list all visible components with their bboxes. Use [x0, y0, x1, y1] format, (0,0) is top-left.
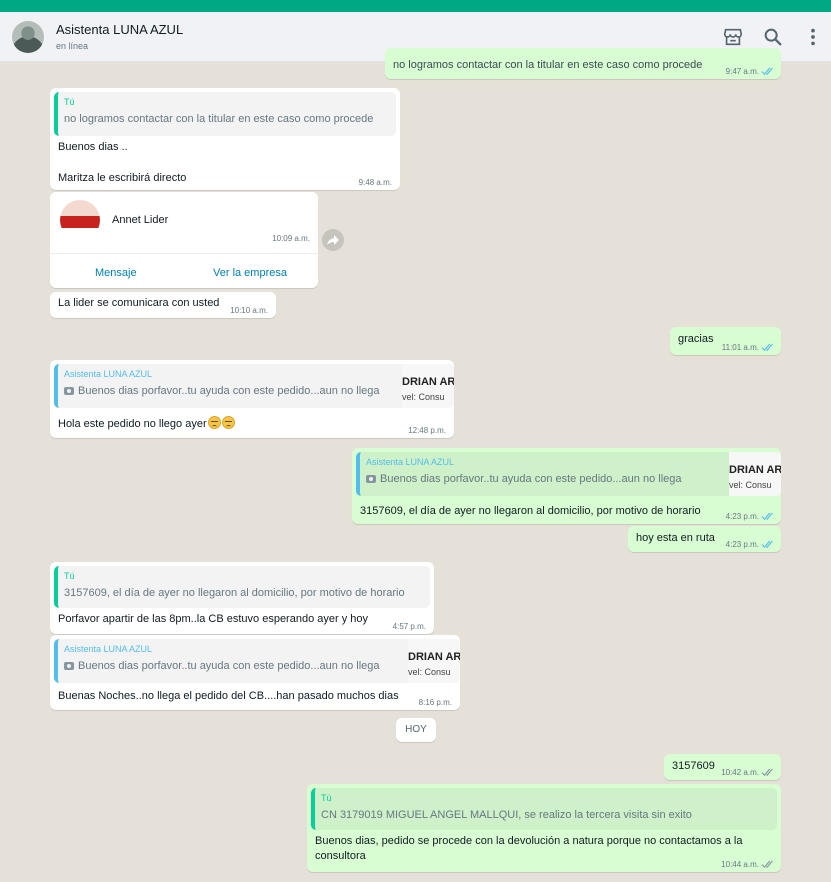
- quoted-message[interactable]: Asistenta LUNA AZUL Buenos dias porfavor…: [54, 364, 454, 408]
- quote-author: Asistenta LUNA AZUL: [64, 644, 153, 654]
- message-time: 8:16 p.m.: [418, 698, 452, 707]
- quote-thumbnail: DRIAN AR vel: Consu: [402, 364, 454, 408]
- message-contact-button[interactable]: Mensaje: [95, 267, 137, 279]
- message-text: gracias: [678, 333, 714, 345]
- message-bubble-incoming[interactable]: Asistenta LUNA AZUL Buenos dias porfavor…: [50, 635, 460, 710]
- contact-avatar[interactable]: [12, 21, 44, 53]
- message-text: 3157609: [672, 760, 715, 772]
- quote-text: Buenos dias porfavor..tu ayuda con este …: [78, 660, 380, 672]
- thumbnail-text: vel: Consu: [402, 392, 445, 402]
- message-time: 12:48 p.m.: [408, 426, 446, 435]
- quoted-message[interactable]: Asistenta LUNA AZUL Buenos dias porfavor…: [54, 639, 460, 683]
- quote-text-row: Buenos dias porfavor..tu ayuda con este …: [64, 385, 396, 397]
- photo-icon: [64, 387, 74, 395]
- forward-button[interactable]: [322, 229, 344, 251]
- message-time: 9:48 a.m.: [358, 178, 392, 187]
- message-text: no logramos contactar con la titular en …: [393, 59, 703, 71]
- message-time: 11:01 a.m.: [721, 343, 759, 352]
- quote-author: Tú: [64, 97, 75, 107]
- double-check-icon: [761, 512, 773, 520]
- message-time: 10:42 a.m.: [721, 768, 759, 777]
- quote-thumbnail: DRIAN AR vel: Consu: [729, 452, 781, 496]
- forward-icon: [327, 235, 339, 245]
- quote-text: Buenos dias porfavor..tu ayuda con este …: [78, 385, 380, 397]
- quote-author: Tú: [64, 571, 75, 581]
- message-text: Hola este pedido no llego ayer: [58, 418, 207, 430]
- message-time: 10:44 a.m.: [721, 860, 759, 869]
- message-bubble-outgoing[interactable]: Tú CN 3179019 MIGUEL ANGEL MALLQUI, se r…: [307, 784, 781, 872]
- message-time: 4:23 p.m.: [725, 512, 759, 521]
- message-time: 10:09 a.m.: [272, 234, 310, 243]
- quoted-message[interactable]: Tú no logramos contactar con la titular …: [54, 92, 396, 136]
- message-text: 3157609, el día de ayer no llegaron al d…: [360, 505, 701, 517]
- chat-area: no logramos contactar con la titular en …: [0, 48, 831, 882]
- message-bubble-outgoing[interactable]: no logramos contactar con la titular en …: [385, 48, 781, 79]
- contact-card-header[interactable]: Annet Lider 10:09 a.m.: [50, 192, 318, 254]
- quote-author: Asistenta LUNA AZUL: [366, 457, 455, 467]
- quoted-message[interactable]: Tú CN 3179019 MIGUEL ANGEL MALLQUI, se r…: [311, 788, 777, 830]
- photo-icon: [64, 662, 74, 670]
- photo-icon: [366, 475, 376, 483]
- message-text: consultora: [315, 850, 366, 862]
- message-bubble-outgoing[interactable]: 3157609 10:42 a.m.: [664, 754, 781, 780]
- message-time: 10:10 a.m.: [230, 306, 268, 315]
- sad-face-emoji-icon: [221, 416, 235, 429]
- quote-text: CN 3179019 MIGUEL ANGEL MALLQUI, se real…: [321, 809, 692, 821]
- quote-text: 3157609, el día de ayer no llegaron al d…: [64, 587, 405, 599]
- thumbnail-text: vel: Consu: [408, 667, 451, 677]
- double-check-icon: [761, 67, 773, 75]
- message-bubble-outgoing[interactable]: gracias 11:01 a.m.: [670, 327, 781, 355]
- message-text: Porfavor apartir de las 8pm..la CB estuv…: [58, 613, 368, 625]
- contact-card-name: Annet Lider: [112, 214, 169, 226]
- store-icon[interactable]: [722, 26, 744, 48]
- message-bubble-outgoing[interactable]: Asistenta LUNA AZUL Buenos dias porfavor…: [352, 448, 781, 524]
- message-bubble-outgoing[interactable]: hoy esta en ruta 4:23 p.m.: [628, 526, 781, 552]
- thumbnail-text: DRIAN AR: [402, 376, 454, 388]
- message-text: Buenas Noches..no llega el pedido del CB…: [58, 690, 399, 702]
- double-check-icon: [761, 768, 773, 776]
- message-text: La lider se comunicara con usted: [58, 297, 220, 309]
- quote-author: Asistenta LUNA AZUL: [64, 369, 153, 379]
- quote-thumbnail: DRIAN AR vel: Consu: [408, 639, 460, 683]
- thumbnail-text: vel: Consu: [729, 480, 772, 490]
- contact-card-message[interactable]: Annet Lider 10:09 a.m. Mensaje Ver la em…: [50, 192, 318, 288]
- message-bubble-incoming[interactable]: La lider se comunicara con usted 10:10 a…: [50, 292, 276, 318]
- quoted-message[interactable]: Asistenta LUNA AZUL Buenos dias porfavor…: [356, 452, 781, 496]
- message-bubble-incoming[interactable]: Tú 3157609, el día de ayer no llegaron a…: [50, 562, 434, 634]
- message-bubble-incoming[interactable]: Tú no logramos contactar con la titular …: [50, 88, 400, 190]
- message-text: hoy esta en ruta: [636, 532, 715, 544]
- quote-author: Tú: [321, 793, 332, 803]
- contact-status: en línea: [56, 41, 89, 51]
- thumbnail-text: DRIAN AR: [408, 651, 460, 663]
- date-separator-chip: HOY: [396, 718, 436, 742]
- search-icon[interactable]: [762, 26, 784, 48]
- app-top-strip: [0, 0, 831, 12]
- thumbnail-text: DRIAN AR: [729, 464, 781, 476]
- view-business-button[interactable]: Ver la empresa: [213, 267, 287, 279]
- quote-text-row: Buenos dias porfavor..tu ayuda con este …: [366, 473, 723, 485]
- double-check-icon: [761, 343, 773, 351]
- quote-text: no logramos contactar con la titular en …: [64, 113, 374, 125]
- message-time: 4:57 p.m.: [392, 622, 426, 631]
- quoted-message[interactable]: Tú 3157609, el día de ayer no llegaron a…: [54, 566, 430, 608]
- message-text-row: Hola este pedido no llego ayer: [58, 416, 235, 430]
- quote-text-row: Buenos dias porfavor..tu ayuda con este …: [64, 660, 404, 672]
- message-text: Buenos dias ..: [58, 141, 128, 153]
- contact-card-avatar: [60, 200, 100, 240]
- more-vert-icon[interactable]: [802, 26, 824, 48]
- message-time: 4:23 p.m.: [725, 540, 759, 549]
- double-check-icon: [761, 540, 773, 548]
- double-check-icon: [761, 860, 773, 868]
- contact-name[interactable]: Asistenta LUNA AZUL: [56, 22, 183, 37]
- sad-face-emoji-icon: [207, 416, 221, 429]
- message-bubble-incoming[interactable]: Asistenta LUNA AZUL Buenos dias porfavor…: [50, 360, 454, 438]
- quote-text: Buenos dias porfavor..tu ayuda con este …: [380, 473, 682, 485]
- message-text: Buenos dias, pedido se procede con la de…: [315, 835, 743, 847]
- message-text: Maritza le escribirá directo: [58, 172, 187, 184]
- message-time: 9:47 a.m.: [725, 67, 759, 76]
